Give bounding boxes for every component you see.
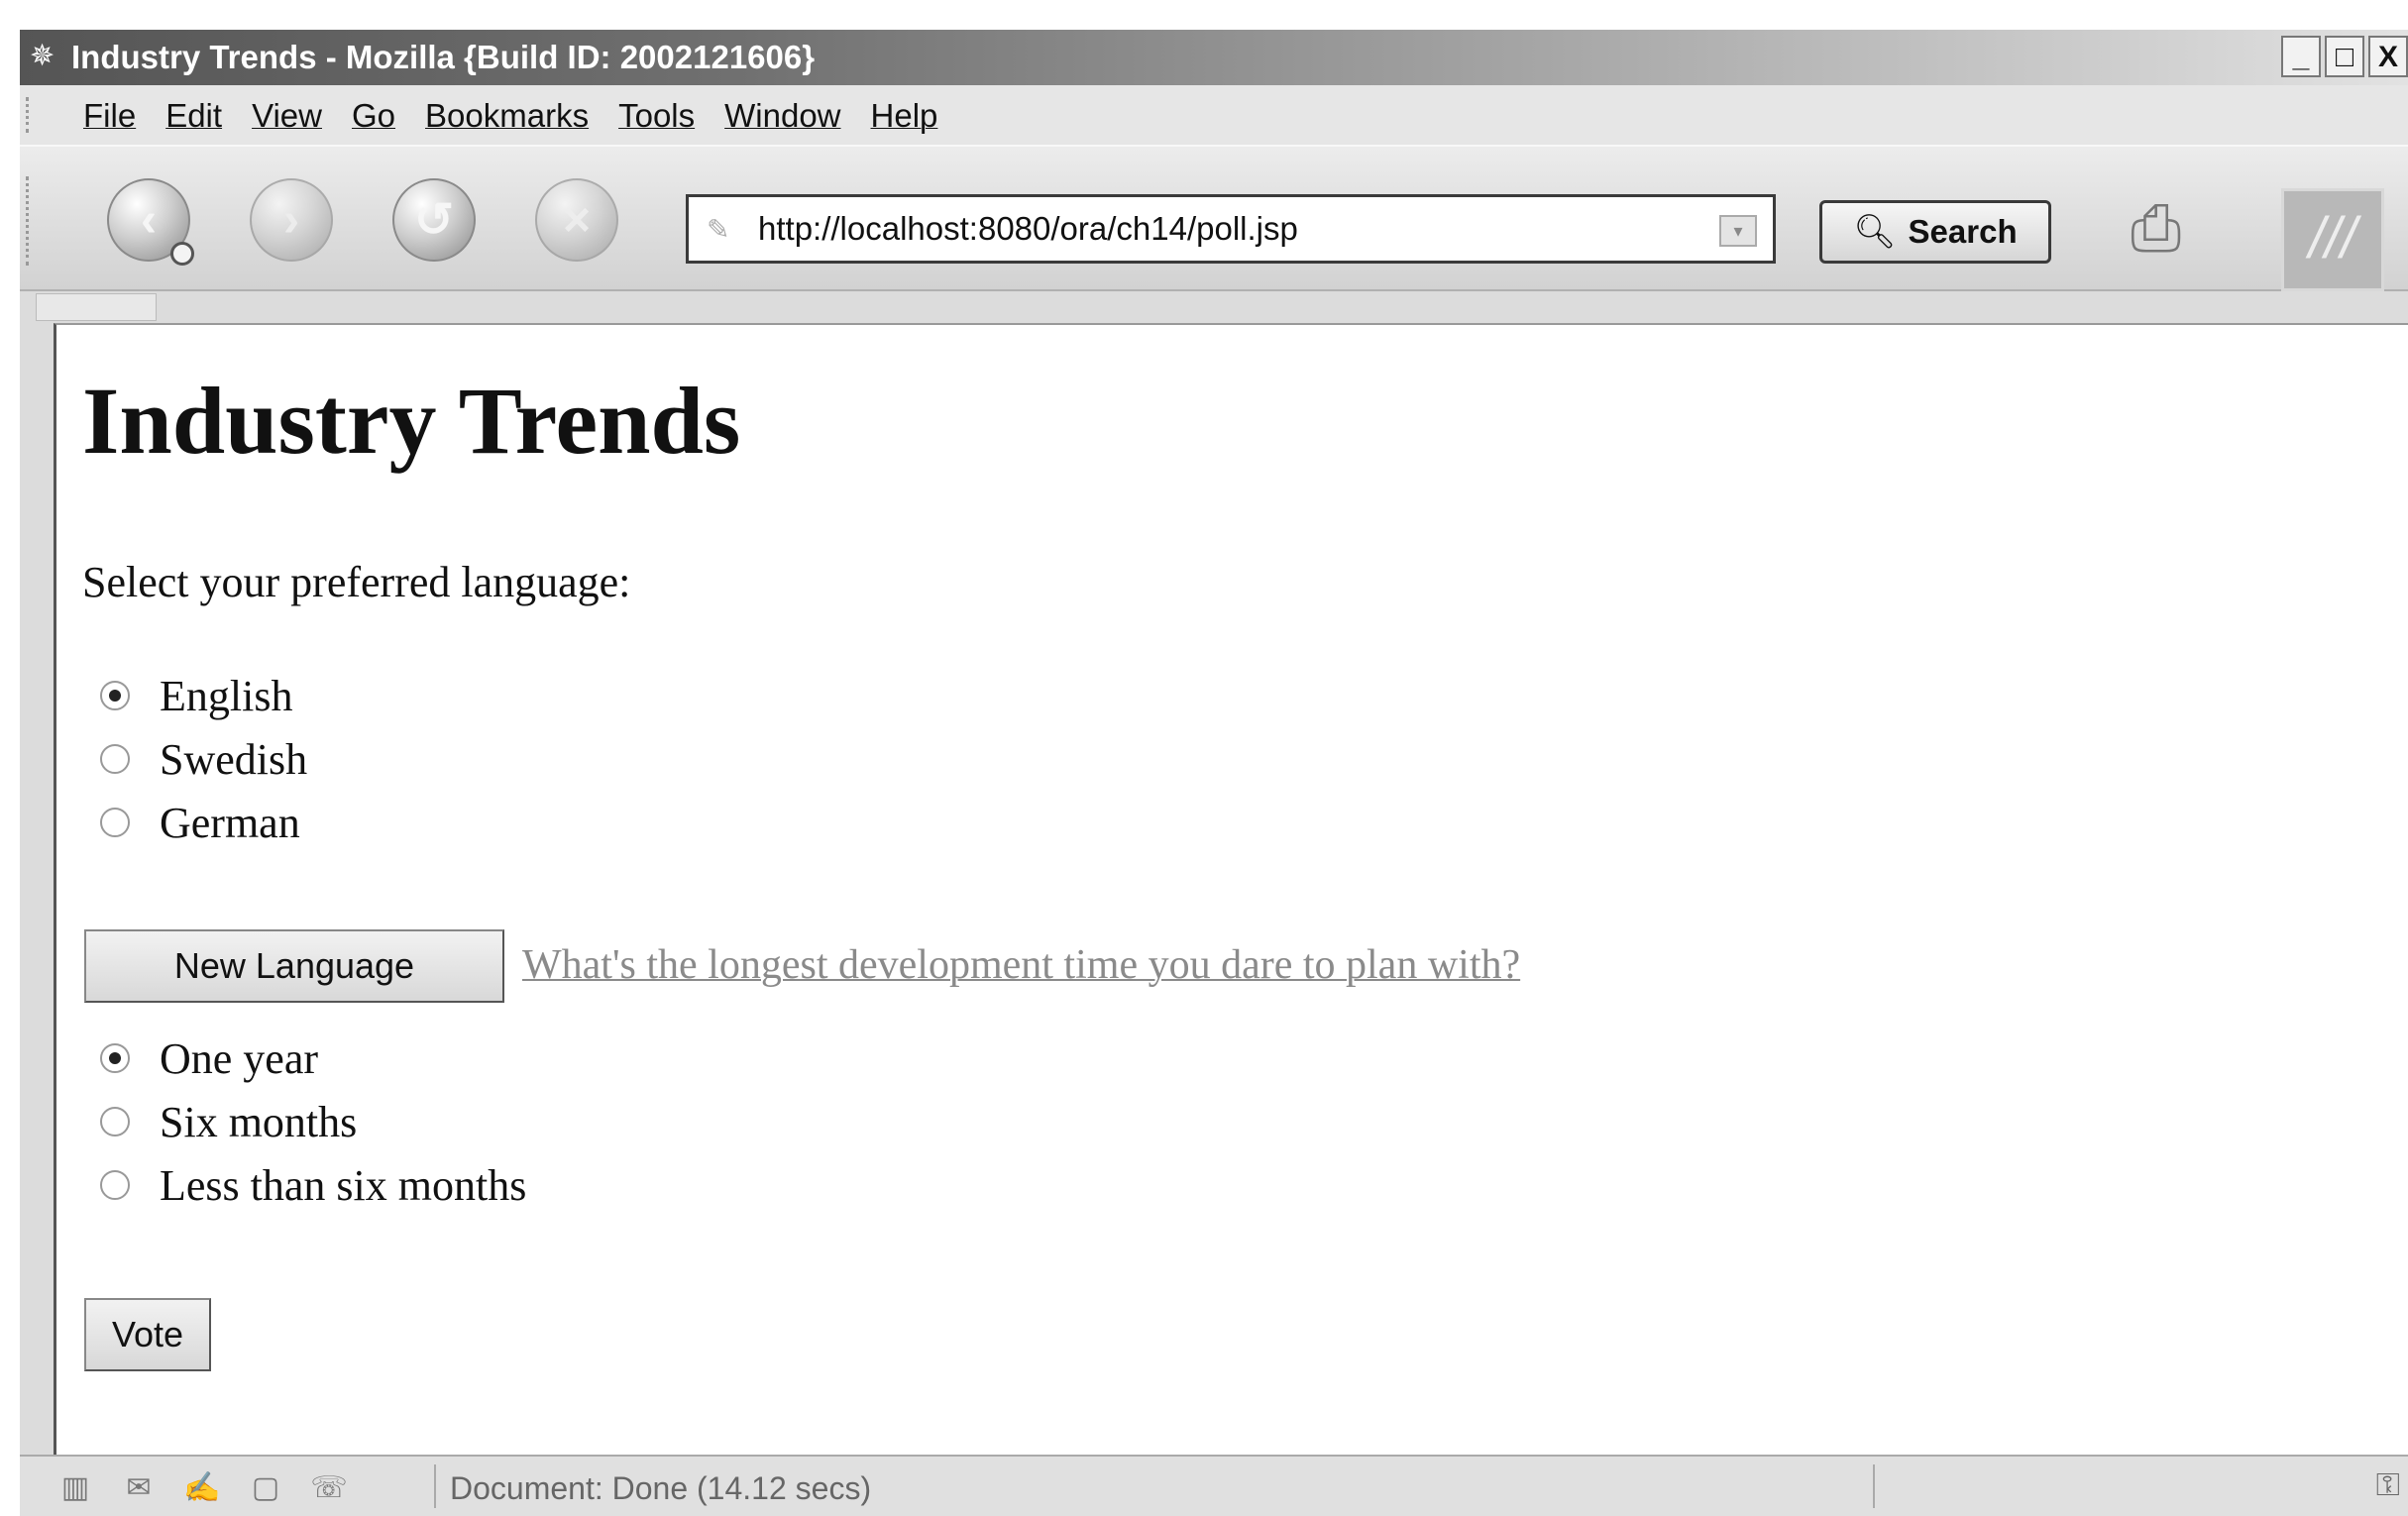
menu-go[interactable]: Go — [352, 97, 395, 135]
component-bar: ▥ ✉ ✍ ▢ ☏ — [54, 1470, 351, 1505]
status-bar: ▥ ✉ ✍ ▢ ☏ Document: Done (14.12 secs) ⚿ — [20, 1455, 2408, 1516]
menu-tools[interactable]: Tools — [618, 97, 695, 135]
menu-file[interactable]: File — [83, 97, 136, 135]
browser-window: ✵ Industry Trends - Mozilla {Build ID: 2… — [20, 30, 2408, 1516]
page-icon: ✎ — [707, 214, 730, 245]
forward-icon: › — [283, 193, 299, 247]
forward-button[interactable]: › — [250, 178, 333, 262]
toolbar-grip[interactable] — [26, 176, 39, 266]
sidebar-toggle[interactable] — [36, 293, 157, 321]
radio-less-than-six-months[interactable] — [100, 1170, 130, 1200]
radio-six-months[interactable] — [100, 1107, 130, 1137]
time-radio-group: One year Six months Less than six months — [100, 1027, 526, 1217]
print-icon[interactable]: ⎙ — [2131, 188, 2249, 268]
menu-bar: File Edit View Go Bookmarks Tools Window… — [20, 85, 2408, 145]
radio-label: Six months — [160, 1097, 358, 1146]
navigation-toolbar: ‹ › ↺ × ✎ ▾ 🔍︎ Search ⎙ /// — [20, 145, 2408, 291]
status-separator — [434, 1464, 436, 1508]
menubar-grip[interactable] — [26, 97, 39, 133]
radio-label: Less than six months — [160, 1160, 527, 1210]
composer-icon[interactable]: ✍ — [180, 1470, 224, 1505]
language-radio-group: English Swedish German — [100, 664, 307, 854]
back-icon: ‹ — [141, 193, 157, 247]
search-button[interactable]: 🔍︎ Search — [1819, 200, 2051, 264]
window-title: Industry Trends - Mozilla {Build ID: 200… — [71, 39, 816, 75]
minimize-button[interactable]: _ — [2281, 36, 2321, 77]
navigator-icon[interactable]: ▥ — [54, 1470, 97, 1505]
radio-label: Swedish — [160, 734, 308, 784]
menu-window[interactable]: Window — [724, 97, 840, 135]
url-input[interactable] — [758, 197, 1650, 261]
menu-edit[interactable]: Edit — [165, 97, 222, 135]
maximize-button[interactable]: □ — [2325, 36, 2364, 77]
search-icon: 🔍︎ — [1853, 213, 1897, 251]
menu-bookmarks[interactable]: Bookmarks — [425, 97, 589, 135]
menu-help[interactable]: Help — [871, 97, 938, 135]
radio-label: English — [160, 671, 293, 720]
reload-button[interactable]: ↺ — [392, 178, 476, 262]
stop-button[interactable]: × — [535, 178, 618, 262]
mozilla-app-icon[interactable]: ✵ — [30, 40, 59, 73]
tab-strip — [20, 291, 2408, 323]
radio-swedish[interactable] — [100, 744, 130, 774]
reload-icon: ↺ — [413, 194, 455, 247]
language-option-swedish[interactable]: Swedish — [100, 727, 307, 791]
menu-view[interactable]: View — [252, 97, 322, 135]
radio-label: One year — [160, 1033, 319, 1083]
radio-german[interactable] — [100, 808, 130, 837]
status-text: Document: Done (14.12 secs) — [450, 1470, 872, 1506]
time-option-less-than-six-months[interactable]: Less than six months — [100, 1153, 526, 1217]
time-option-six-months[interactable]: Six months — [100, 1090, 526, 1153]
address-book-icon[interactable]: ▢ — [244, 1470, 287, 1505]
page-content: Industry Trends Select your preferred la… — [54, 323, 2408, 1455]
radio-label: German — [160, 798, 300, 847]
status-separator — [1873, 1464, 1875, 1508]
security-lock-icon[interactable]: ⚿ — [2376, 1466, 2400, 1504]
back-history-dropdown[interactable] — [170, 242, 194, 266]
chat-icon[interactable]: ☏ — [307, 1470, 351, 1505]
question-link[interactable]: What's the longest development time you … — [522, 935, 1520, 995]
stop-icon: × — [562, 193, 592, 247]
language-option-german[interactable]: German — [100, 791, 307, 854]
radio-english[interactable] — [100, 681, 130, 710]
mail-icon[interactable]: ✉ — [117, 1470, 161, 1505]
throbber-icon[interactable]: /// — [2281, 188, 2384, 291]
language-prompt: Select your preferred language: — [82, 558, 631, 606]
time-option-one-year[interactable]: One year — [100, 1027, 526, 1090]
language-option-english[interactable]: English — [100, 664, 307, 727]
close-button[interactable]: X — [2368, 36, 2408, 77]
search-button-label: Search — [1908, 213, 2018, 250]
address-bar[interactable]: ✎ ▾ — [686, 194, 1776, 264]
new-language-button[interactable]: New Language — [84, 929, 504, 1003]
title-bar[interactable]: ✵ Industry Trends - Mozilla {Build ID: 2… — [20, 30, 2408, 85]
page-heading: Industry Trends — [82, 368, 741, 474]
radio-one-year[interactable] — [100, 1043, 130, 1073]
back-button[interactable]: ‹ — [107, 178, 194, 266]
vote-button[interactable]: Vote — [84, 1298, 211, 1371]
window-controls: _ □ X — [2281, 36, 2408, 79]
url-dropdown-button[interactable]: ▾ — [1719, 215, 1757, 247]
